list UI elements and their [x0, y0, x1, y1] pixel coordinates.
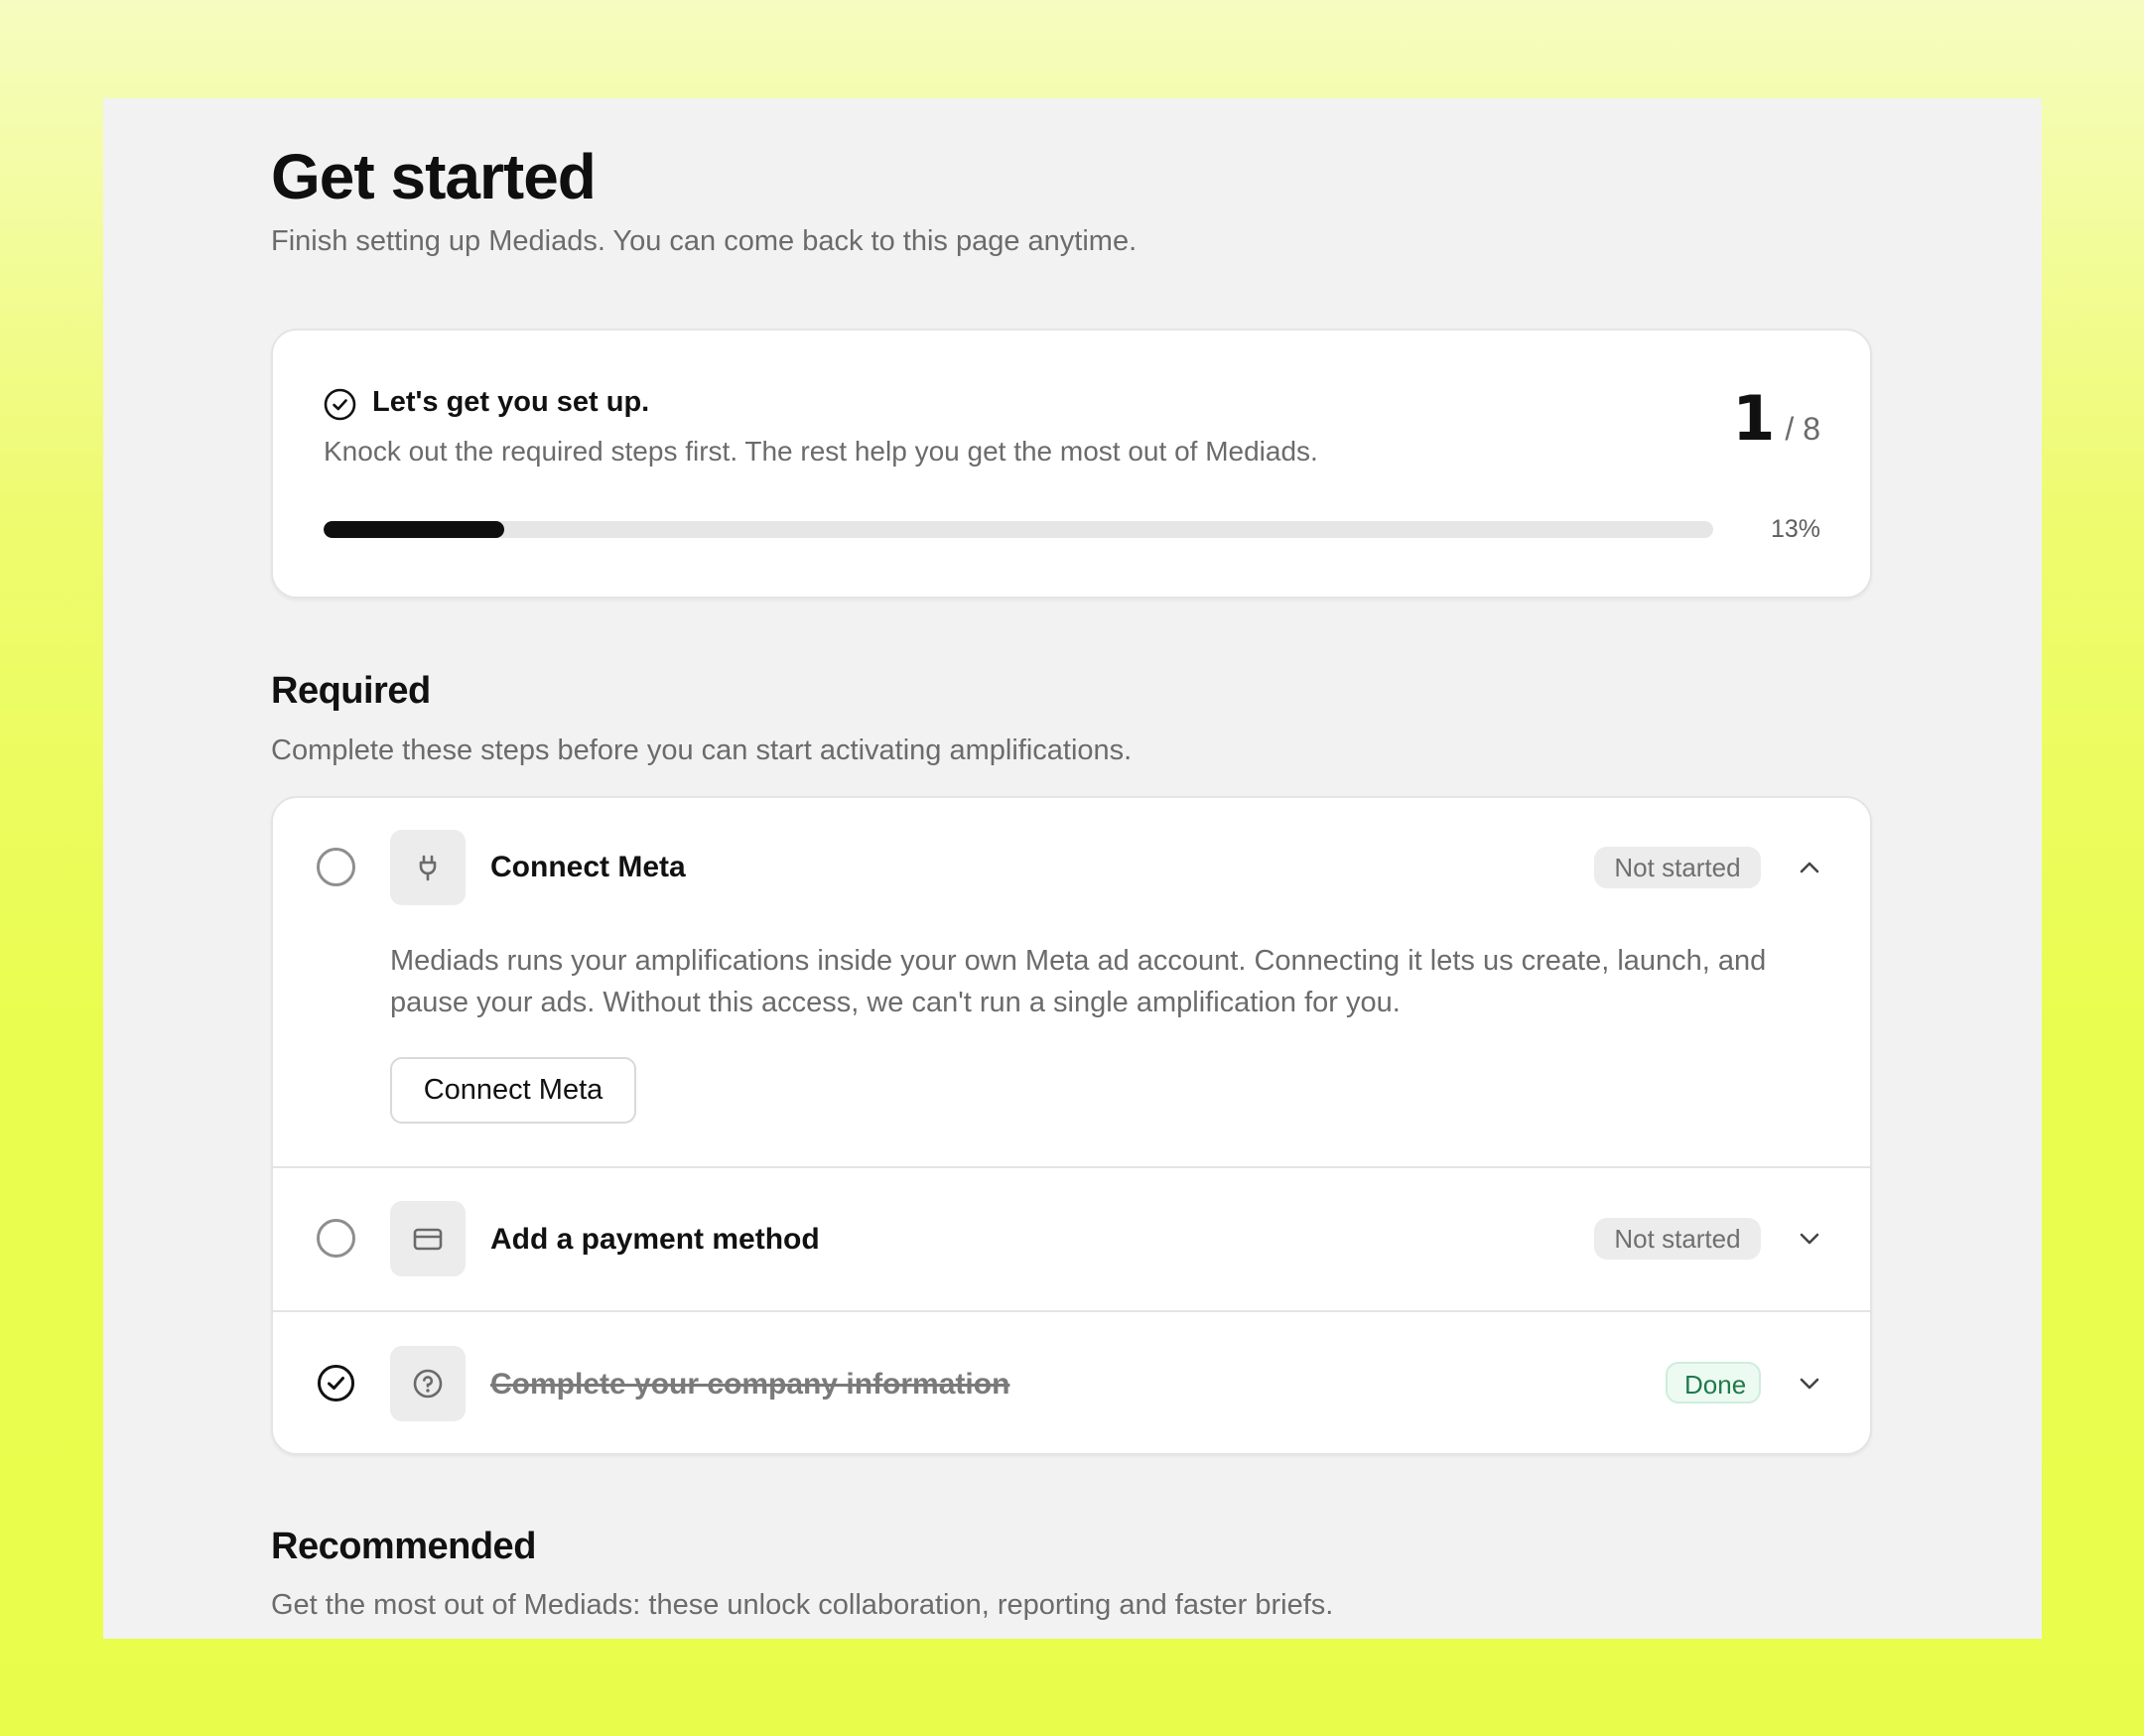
- step-label[interactable]: Connect Meta: [490, 851, 686, 884]
- page-title: Get started: [271, 141, 597, 212]
- step-status-circle[interactable]: [317, 1219, 355, 1258]
- progress-completed: 1: [1732, 382, 1776, 455]
- progress-title: Let's get you set up.: [372, 386, 650, 418]
- recommended-section-description: Get the most out of Mediads: these unloc…: [271, 1589, 1334, 1621]
- status-badge: Done: [1666, 1362, 1761, 1403]
- step-status-circle[interactable]: [317, 848, 355, 886]
- recommended-section-title: Recommended: [271, 1526, 536, 1567]
- chevron-down-icon[interactable]: [1797, 1371, 1822, 1397]
- connect-meta-button[interactable]: Connect Meta: [390, 1057, 636, 1124]
- page-subtitle: Finish setting up Mediads. You can come …: [271, 225, 1138, 257]
- step-label[interactable]: Add a payment method: [490, 1223, 820, 1257]
- step-company-information: Complete your company information Done: [273, 1310, 1870, 1453]
- required-section-title: Required: [271, 670, 431, 712]
- required-section-description: Complete these steps before you can star…: [271, 734, 1133, 766]
- check-circle-icon: [324, 388, 356, 421]
- progress-bar-fill: [324, 521, 504, 538]
- status-badge: Not started: [1594, 847, 1761, 888]
- chevron-down-icon[interactable]: [1797, 1226, 1822, 1252]
- plug-icon: [390, 830, 466, 905]
- step-description: Mediads runs your amplifications inside …: [390, 945, 1767, 1018]
- main-panel: Get started Finish setting up Mediads. Y…: [103, 98, 2042, 1639]
- progress-percent: 13%: [1770, 515, 1820, 543]
- step-connect-meta: Connect Meta Not started Mediads runs yo…: [273, 798, 1870, 1166]
- step-label[interactable]: Complete your company information: [490, 1368, 1009, 1402]
- check-circle-icon[interactable]: [317, 1364, 355, 1402]
- progress-description: Knock out the required steps first. The …: [324, 436, 1318, 467]
- required-steps-list: Connect Meta Not started Mediads runs yo…: [271, 796, 1872, 1455]
- setup-progress-card: Let's get you set up. Knock out the requ…: [271, 329, 1872, 599]
- progress-count: 1 / 8: [1732, 382, 1820, 455]
- chevron-up-icon[interactable]: [1797, 855, 1822, 880]
- status-badge: Not started: [1594, 1218, 1761, 1260]
- credit-card-icon: [390, 1201, 466, 1276]
- progress-bar: [324, 521, 1713, 538]
- question-circle-icon: [390, 1346, 466, 1421]
- progress-total: / 8: [1785, 411, 1820, 447]
- step-add-payment-method: Add a payment method Not started: [273, 1166, 1870, 1310]
